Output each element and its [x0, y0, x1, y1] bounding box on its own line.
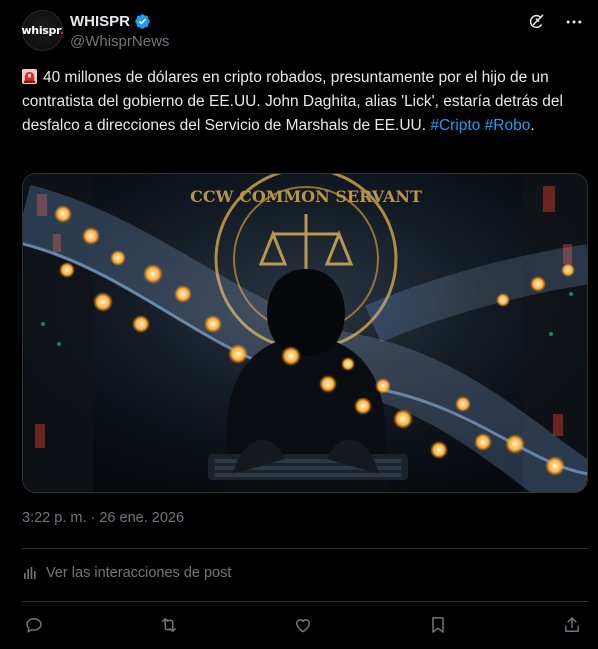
analytics-label: Ver las interacciones de post: [46, 565, 232, 581]
seal-text: CCW COMMON SERVANT: [190, 187, 422, 206]
reply-button[interactable]: [22, 613, 46, 637]
view-post-engagements[interactable]: Ver las interacciones de post: [22, 565, 231, 581]
repost-icon: [161, 618, 176, 632]
hashtag-robo[interactable]: #Robo: [485, 117, 531, 134]
avatar-logo-text: whispr.: [21, 24, 64, 37]
post-text: 40 millones de dólares en cripto robados…: [22, 68, 563, 134]
reply-icon: [26, 618, 42, 633]
analytics-icon: [22, 565, 38, 581]
verified-badge-icon: [135, 14, 150, 29]
repost-button[interactable]: [157, 613, 181, 637]
divider-top: [22, 548, 588, 549]
share-button[interactable]: [560, 613, 584, 637]
post-header: whispr. WHISPR @WhisprNews: [21, 10, 584, 54]
more-icon[interactable]: [564, 12, 584, 32]
siren-emoji-icon: [22, 68, 37, 84]
post-timestamp[interactable]: 3:22 p. m. · 26 ene. 2026: [22, 510, 184, 526]
post-image[interactable]: CCW COMMON SERVANT: [22, 173, 588, 493]
hashtag-cripto[interactable]: #Cripto: [430, 117, 480, 134]
header-actions: [526, 12, 584, 32]
share-icon: [565, 617, 579, 632]
post-actions: [22, 613, 584, 637]
like-button[interactable]: [291, 613, 315, 637]
display-name[interactable]: WHISPR: [70, 13, 130, 30]
divider-bottom: [22, 601, 588, 602]
bookmark-button[interactable]: [426, 613, 450, 637]
like-icon: [296, 619, 310, 633]
handle[interactable]: @WhisprNews: [70, 33, 169, 50]
crypto-heist-illustration: CCW COMMON SERVANT: [23, 174, 587, 492]
grok-icon[interactable]: [526, 12, 546, 32]
bookmark-icon: [431, 617, 444, 633]
avatar[interactable]: whispr.: [21, 10, 64, 51]
name-row: WHISPR: [70, 13, 151, 30]
